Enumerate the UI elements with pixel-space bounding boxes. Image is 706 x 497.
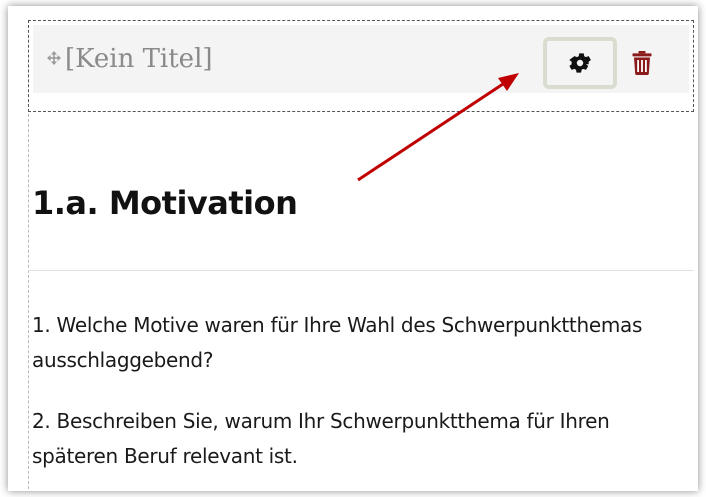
question-1: 1. Welche Motive waren für Ihre Wahl des… <box>32 313 643 372</box>
block-left-border <box>28 114 29 491</box>
block-header-bar: [Kein Titel] <box>33 25 689 93</box>
settings-button[interactable] <box>543 37 617 89</box>
trash-icon <box>632 51 652 75</box>
screenshot-canvas: [Kein Titel] 1.a. Motivation 1. Welche M… <box>0 0 706 497</box>
block-title: [Kein Titel] <box>65 44 213 74</box>
gear-icon <box>569 52 591 74</box>
section-heading: 1.a. Motivation <box>32 184 298 222</box>
block-header: [Kein Titel] <box>28 20 694 112</box>
move-arrows-icon[interactable] <box>47 51 61 65</box>
heading-divider <box>28 270 694 271</box>
question-2: 2. Beschreiben Sie, warum Ihr Schwerpunk… <box>32 409 610 468</box>
delete-button[interactable] <box>629 47 655 79</box>
page-frame: [Kein Titel] 1.a. Motivation 1. Welche M… <box>8 6 698 491</box>
